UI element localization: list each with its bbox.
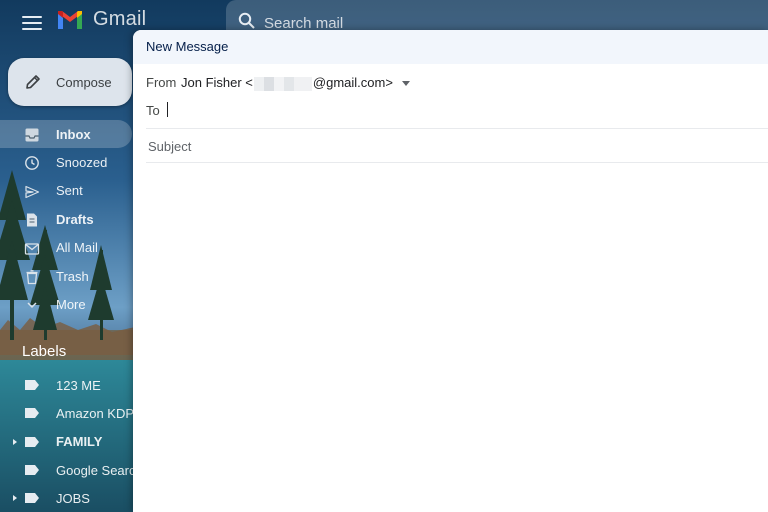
sidebar-item-sent[interactable]: Sent — [0, 177, 132, 205]
label-item-text: 123 ME — [56, 377, 101, 393]
sidebar-item-label: Trash — [56, 268, 89, 284]
label-tag-icon — [25, 408, 39, 419]
from-email-suffix: @gmail.com> — [312, 75, 393, 90]
compose-label: Compose — [56, 74, 112, 90]
from-address[interactable]: Jon Fisher < @gmail.com> — [181, 75, 393, 91]
send-icon — [25, 185, 40, 198]
to-row: To — [146, 94, 768, 129]
sidebar-nav: Inbox Snoozed Sent Drafts All Mail Trash… — [0, 120, 132, 319]
text-cursor — [167, 102, 168, 117]
sidebar-item-label: Sent — [56, 183, 83, 199]
pencil-icon — [26, 75, 40, 89]
sidebar-item-inbox[interactable]: Inbox — [0, 120, 132, 149]
all-mail-icon — [24, 242, 40, 255]
labels-list: 123 ME Amazon KDP FAMILY Google Search J… — [0, 371, 143, 512]
sidebar-item-label: More — [56, 297, 86, 313]
gmail-logo[interactable]: Gmail — [56, 8, 146, 31]
sidebar-item-label: Inbox — [56, 126, 91, 142]
label-item-text: JOBS — [56, 490, 90, 506]
gmail-m-icon — [58, 10, 82, 29]
label-item-text: Amazon KDP — [56, 405, 135, 421]
to-input[interactable] — [166, 100, 670, 122]
subject-row — [146, 128, 768, 163]
menu-line — [22, 22, 42, 24]
clock-icon — [25, 156, 39, 171]
label-item-123-me[interactable]: 123 ME — [0, 371, 132, 399]
caret-down-icon[interactable] — [402, 81, 410, 86]
draft-icon — [27, 213, 37, 227]
redacted-email — [253, 76, 312, 91]
from-label: From — [146, 75, 177, 90]
label-tag-icon — [25, 464, 39, 475]
search-icon[interactable] — [238, 12, 256, 30]
label-tag-icon — [25, 380, 39, 390]
compose-window-title: New Message — [146, 39, 229, 54]
labels-heading: Labels — [22, 343, 67, 360]
label-item-jobs[interactable]: JOBS — [0, 484, 132, 512]
label-tag-icon — [25, 436, 39, 447]
menu-line — [22, 28, 42, 30]
expand-caret-icon[interactable] — [12, 494, 18, 502]
chevron-down-icon — [27, 302, 37, 309]
sidebar-item-label: Snoozed — [56, 155, 108, 171]
label-item-family[interactable]: FAMILY — [0, 428, 132, 456]
subject-input[interactable] — [146, 135, 750, 157]
message-body[interactable] — [146, 164, 768, 512]
sidebar-item-label: Drafts — [56, 211, 94, 227]
main-menu-button[interactable] — [20, 12, 44, 32]
sidebar-item-label: All Mail — [56, 240, 98, 256]
inbox-icon — [25, 128, 39, 142]
sidebar-item-snoozed[interactable]: Snoozed — [0, 148, 132, 176]
sidebar-item-trash[interactable]: Trash — [0, 262, 132, 290]
sidebar-item-all-mail[interactable]: All Mail — [0, 234, 132, 262]
compose-window-header[interactable]: New Message — [133, 30, 768, 64]
sidebar-item-more[interactable]: More — [0, 290, 132, 318]
label-item-text: Google Search — [56, 462, 143, 478]
menu-line — [22, 16, 42, 18]
to-label: To — [146, 103, 160, 118]
compose-button[interactable]: Compose — [8, 58, 132, 106]
label-item-text: FAMILY — [56, 434, 103, 450]
expand-caret-icon[interactable] — [12, 438, 18, 446]
from-name: Jon Fisher < — [181, 75, 253, 90]
compose-window: New Message From Jon Fisher < @gmail.com>… — [133, 30, 768, 512]
trash-icon — [26, 270, 38, 285]
gmail-logo-text: Gmail — [93, 8, 147, 30]
label-item-google-search[interactable]: Google Search — [0, 456, 143, 484]
label-item-amazon-kdp[interactable]: Amazon KDP — [0, 399, 135, 427]
label-tag-icon — [25, 493, 39, 504]
sidebar-item-drafts[interactable]: Drafts — [0, 205, 132, 233]
